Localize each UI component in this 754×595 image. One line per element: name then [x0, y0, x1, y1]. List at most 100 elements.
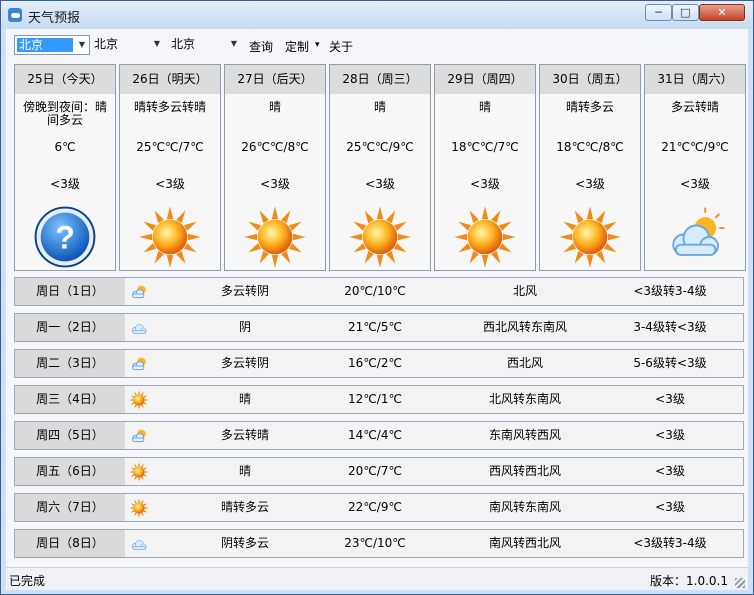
row-temperature: 20℃/7℃: [348, 464, 402, 478]
row-temperature: 22℃/9℃: [348, 500, 402, 514]
sun-icon: [129, 498, 149, 518]
status-bar: 已完成 版本：1.0.0.1: [6, 567, 748, 590]
card-wind-level: <3级: [155, 177, 185, 191]
minimize-button[interactable]: ─: [645, 4, 672, 21]
card-date: 31日（周六）: [645, 65, 745, 94]
row-day: 周二（3日）: [15, 350, 125, 377]
row-day: 周三（4日）: [15, 386, 125, 413]
sun-icon: [129, 390, 149, 410]
card-wind-level: <3级: [365, 177, 395, 191]
row-condition: 多云转晴: [220, 428, 269, 442]
row-wind-direction: 西北风转东南风: [482, 320, 567, 334]
main-content: 北京 ▼ 北京 ▼ 北京 ▼ 查询 定制 ▾ 关于 25日（今天） 傍晚到夜间：晴…: [6, 29, 748, 590]
row-wind-level: 5-6级转<3级: [633, 356, 707, 370]
version-label: 版本：1.0.0.1: [650, 574, 728, 588]
card-temperature: 25℃℃/9℃: [346, 140, 414, 154]
row-day: 周一（2日）: [15, 314, 125, 341]
forecast-row: 周日（1日） 多云转阴 20℃/10℃ 北风 <3级转3-4级: [14, 277, 744, 306]
status-text: 已完成: [9, 574, 46, 588]
card-wind-level: <3级: [470, 177, 500, 191]
forecast-card: 27日（后天） 晴 26℃℃/8℃ <3级: [224, 64, 326, 271]
card-condition: 傍晚到夜间：晴间多云: [22, 100, 107, 127]
chevron-down-icon[interactable]: ▼: [227, 35, 241, 53]
row-wind-direction: 西风转西北风: [488, 464, 561, 478]
title-bar[interactable]: 天气预报 ─ □ ✕: [1, 1, 753, 29]
forecast-row: 周一（2日） 阴 21℃/5℃ 西北风转东南风 3-4级转<3级: [14, 313, 744, 342]
forecast-row: 周四（5日） 多云转晴 14℃/4℃ 东南风转西风 <3级: [14, 421, 744, 450]
forecast-row: 周二（3日） 多云转阴 16℃/2℃ 西北风 5-6级转<3级: [14, 349, 744, 378]
card-condition: 晴: [373, 100, 386, 114]
province-select[interactable]: 北京 ▼: [14, 35, 90, 55]
row-wind-level: <3级: [655, 392, 685, 406]
row-temperature: 23℃/10℃: [344, 536, 406, 550]
forecast-card: 28日（周三） 晴 25℃℃/9℃ <3级: [329, 64, 431, 271]
row-wind-level: <3级: [655, 464, 685, 478]
toolbar: 北京 ▼ 北京 ▼ 北京 ▼ 查询 定制 ▾ 关于: [6, 29, 748, 59]
about-button[interactable]: 关于: [329, 38, 353, 55]
weather-app-icon: [8, 8, 22, 22]
row-condition: 晴转多云: [220, 500, 269, 514]
row-wind-direction: 西北风: [506, 356, 543, 370]
row-wind-level: <3级: [655, 428, 685, 442]
row-temperature: 12℃/1℃: [348, 392, 402, 406]
row-wind-level: 3-4级转<3级: [633, 320, 707, 334]
question-icon: ?: [33, 205, 97, 269]
partly-cloudy-icon: [129, 426, 149, 446]
card-date: 28日（周三）: [330, 65, 430, 94]
card-date: 27日（后天）: [225, 65, 325, 94]
card-wind-level: <3级: [575, 177, 605, 191]
forecast-card: 31日（周六） 多云转晴 21℃℃/9℃ <3级: [644, 64, 746, 271]
row-day: 周日（1日）: [15, 278, 125, 305]
cloud-icon: [129, 318, 149, 338]
partly-cloudy-icon: [129, 282, 149, 302]
card-condition: 多云转晴: [670, 100, 719, 114]
maximize-button[interactable]: □: [672, 4, 699, 21]
card-temperature: 25℃℃/7℃: [136, 140, 204, 154]
chevron-down-icon[interactable]: ▼: [150, 35, 164, 53]
row-wind-level: <3级: [655, 500, 685, 514]
forecast-card: 29日（周四） 晴 18℃℃/7℃ <3级: [434, 64, 536, 271]
close-button[interactable]: ✕: [699, 4, 745, 21]
custom-dropdown-icon[interactable]: ▾: [315, 40, 320, 50]
sun-icon: [348, 205, 412, 269]
sun-icon: [129, 462, 149, 482]
query-button[interactable]: 查询: [249, 38, 273, 55]
row-condition: 阴转多云: [220, 536, 269, 550]
city-select[interactable]: 北京 ▼: [92, 35, 164, 55]
row-day: 周六（7日）: [15, 494, 125, 521]
card-condition: 晴: [268, 100, 281, 114]
card-temperature: 6℃: [54, 140, 76, 154]
row-temperature: 21℃/5℃: [348, 320, 402, 334]
row-day: 周四（5日）: [15, 422, 125, 449]
row-temperature: 16℃/2℃: [348, 356, 402, 370]
sun-behind-cloud-icon: [663, 205, 727, 269]
card-temperature: 18℃℃/7℃: [451, 140, 519, 154]
forecast-row: 周六（7日） 晴转多云 22℃/9℃ 南风转东南风 <3级: [14, 493, 744, 522]
city-value: 北京: [94, 37, 119, 51]
cloud-icon: [129, 534, 149, 554]
card-condition: 晴转多云: [565, 100, 614, 114]
row-day: 周五（6日）: [15, 458, 125, 485]
svg-text:?: ?: [55, 220, 75, 256]
window-title: 天气预报: [28, 11, 81, 26]
chevron-down-icon[interactable]: ▼: [75, 36, 89, 54]
row-condition: 阴: [238, 320, 251, 334]
card-wind-level: <3级: [680, 177, 710, 191]
row-temperature: 14℃/4℃: [348, 428, 402, 442]
row-day: 周日（8日）: [15, 530, 125, 557]
row-condition: 多云转阴: [220, 284, 269, 298]
sun-icon: [243, 205, 307, 269]
card-condition: 晴转多云转晴: [133, 100, 206, 114]
row-wind-direction: 南风转西北风: [488, 536, 561, 550]
row-wind-direction: 北风: [512, 284, 537, 298]
district-select[interactable]: 北京 ▼: [169, 35, 241, 55]
forecast-row: 周三（4日） 晴 12℃/1℃ 北风转东南风 <3级: [14, 385, 744, 414]
card-temperature: 21℃℃/9℃: [661, 140, 729, 154]
weather-window: 天气预报 ─ □ ✕ 北京 ▼ 北京 ▼ 北京 ▼ 查询 定制 ▾ 关于 25日…: [0, 0, 754, 595]
resize-grip-icon[interactable]: [735, 578, 745, 588]
district-value: 北京: [171, 37, 196, 51]
forecast-row: 周日（8日） 阴转多云 23℃/10℃ 南风转西北风 <3级转3-4级: [14, 529, 744, 558]
row-wind-direction: 东南风转西风: [488, 428, 561, 442]
custom-menu[interactable]: 定制: [285, 38, 309, 55]
card-date: 25日（今天）: [15, 65, 115, 94]
